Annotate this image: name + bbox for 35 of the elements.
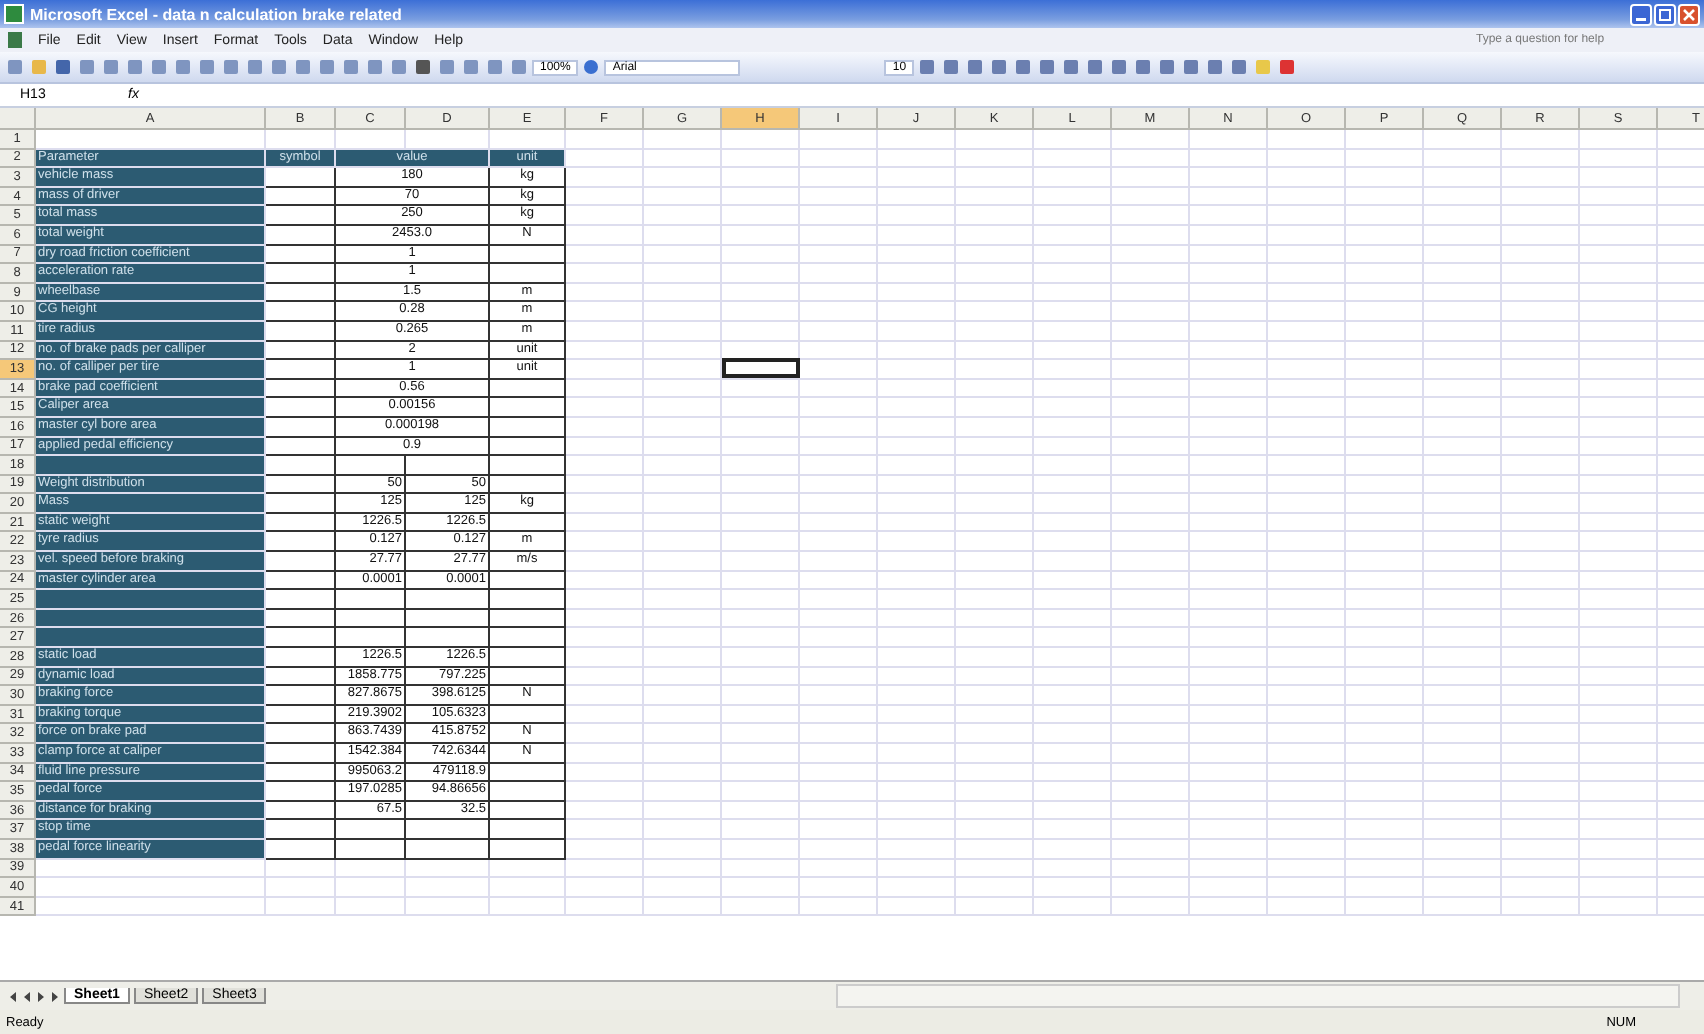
horizontal-scrollbar[interactable] bbox=[836, 984, 1680, 1008]
workbook-icon[interactable] bbox=[8, 32, 22, 48]
maximize-button[interactable] bbox=[1654, 3, 1676, 25]
window-title: Microsoft Excel - data n calculation brake related bbox=[30, 5, 402, 23]
table-cell[interactable] bbox=[490, 264, 566, 284]
toolbar-icon[interactable] bbox=[940, 56, 963, 78]
close-icon bbox=[1682, 7, 1696, 21]
table-cell[interactable] bbox=[490, 437, 566, 457]
toolbar-icon[interactable] bbox=[1276, 56, 1299, 78]
select-all-button[interactable] bbox=[0, 108, 36, 130]
table-cell[interactable] bbox=[490, 417, 566, 437]
toolbar-icon[interactable] bbox=[52, 56, 74, 78]
close-button[interactable] bbox=[1678, 3, 1700, 25]
toolbar-icon[interactable] bbox=[1156, 56, 1179, 78]
toolbar-icon[interactable] bbox=[1036, 56, 1059, 78]
toolbar-icon[interactable] bbox=[1132, 56, 1155, 78]
toolbar-icon[interactable] bbox=[1180, 56, 1203, 78]
toolbar-icon[interactable] bbox=[988, 56, 1011, 78]
toolbar-icon[interactable] bbox=[1204, 56, 1227, 78]
toolbar-icon[interactable] bbox=[1060, 56, 1083, 78]
toolbar-icon[interactable] bbox=[916, 56, 939, 78]
table-cell[interactable] bbox=[490, 379, 566, 399]
toolbar-icon[interactable] bbox=[1228, 56, 1251, 78]
app-icon bbox=[4, 4, 24, 24]
table-cell[interactable] bbox=[490, 398, 566, 418]
sheet-navigation-icon[interactable] bbox=[8, 989, 60, 1003]
toolbar-icon[interactable] bbox=[1084, 56, 1107, 78]
help-icon[interactable] bbox=[580, 56, 603, 78]
toolbar-icon[interactable] bbox=[1012, 56, 1035, 78]
toolbar-icon[interactable] bbox=[412, 56, 434, 78]
maximize-icon bbox=[1658, 7, 1672, 21]
minimize-button[interactable] bbox=[1630, 3, 1652, 25]
toolbar-icon[interactable] bbox=[1108, 56, 1131, 78]
table-cell[interactable] bbox=[490, 245, 566, 265]
toolbar-icon[interactable] bbox=[964, 56, 987, 78]
